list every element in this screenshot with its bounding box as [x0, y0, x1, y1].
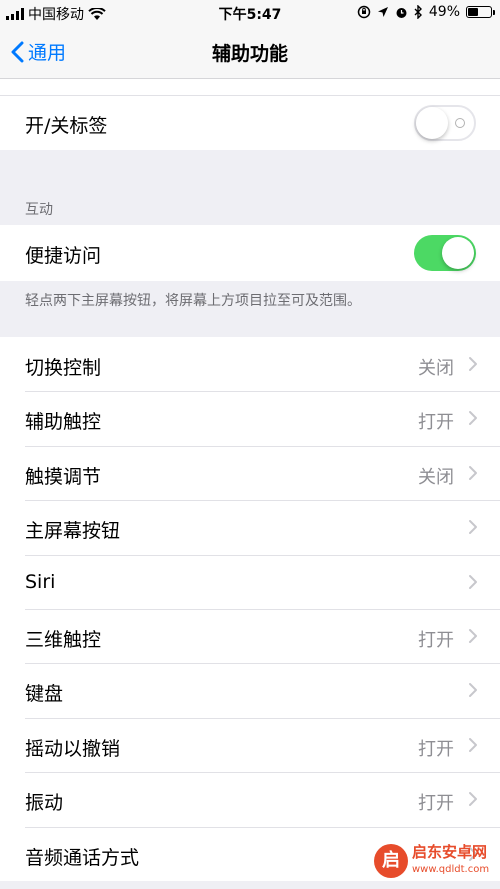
reachability-toggle[interactable] — [414, 235, 476, 271]
battery-percent: 49% — [428, 4, 460, 20]
divider — [25, 772, 500, 774]
row-value: 打开 — [418, 738, 454, 760]
watermark: 启 启东安卓网 www.qdldt.com — [374, 839, 492, 883]
row-label: 触摸调节 — [25, 465, 102, 488]
orientation-lock-icon — [357, 5, 371, 19]
watermark-url: www.qdldt.com — [412, 864, 490, 875]
row-label: 摇动以撤销 — [25, 737, 121, 760]
status-right: 49% — [357, 4, 495, 20]
toggle-off-ring-icon — [455, 118, 465, 128]
row-label: Siri — [25, 570, 56, 593]
row-label: 辅助触控 — [25, 411, 102, 434]
chevron-right-icon — [469, 574, 477, 589]
row-label: 便捷访问 — [25, 245, 102, 267]
row-onoff-labels: 开/关标签 — [0, 95, 500, 150]
section-header-interaction: 互动 — [25, 202, 53, 218]
row-value: 关闭 — [418, 466, 454, 488]
toggle-knob — [416, 107, 448, 139]
row-label: 三维触控 — [25, 629, 102, 651]
row-reachability: 便捷访问 — [0, 225, 500, 281]
row-value: 打开 — [418, 793, 454, 815]
battery-icon — [466, 6, 495, 18]
settings-row[interactable]: 振动 打开 — [0, 772, 500, 827]
settings-row[interactable]: 摇动以撤销 打开 — [0, 717, 500, 773]
row-label: 开/关标签 — [25, 115, 108, 137]
row-label: 音频通话方式 — [25, 846, 140, 869]
divider — [25, 554, 500, 556]
settings-row[interactable]: 主屏幕按钮 — [0, 500, 500, 555]
divider — [25, 717, 500, 719]
settings-row[interactable]: 键盘 — [0, 663, 500, 718]
page-title: 辅助功能 — [211, 43, 288, 65]
divider — [25, 445, 500, 447]
reachability-note: 轻点两下主屏幕按钮，将屏幕上方项目拉至可及范围。 — [25, 293, 361, 309]
chevron-right-icon — [469, 629, 477, 643]
row-value: 关闭 — [418, 358, 454, 379]
chevron-right-icon — [469, 683, 477, 698]
partial-row — [0, 79, 500, 95]
status-bar: 中国移动 下午5:47 49% — [0, 0, 500, 26]
onoff-labels-toggle[interactable] — [414, 105, 476, 141]
settings-row[interactable]: 辅助触控 打开 — [0, 391, 500, 446]
row-label: 键盘 — [25, 683, 64, 706]
chevron-right-icon — [469, 465, 477, 480]
row-label: 切换控制 — [25, 357, 102, 379]
watermark-logo: 启 — [374, 844, 408, 878]
chevron-right-icon — [469, 411, 477, 426]
divider — [25, 663, 500, 665]
watermark-name: 启东安卓网 — [412, 843, 488, 861]
alarm-icon — [396, 7, 407, 18]
chevron-right-icon — [469, 357, 477, 371]
watermark-text: 启东安卓网 www.qdldt.com — [412, 844, 489, 878]
settings-row[interactable]: 切换控制 关闭 — [0, 337, 500, 392]
settings-row[interactable]: 触摸调节 关闭 — [0, 445, 500, 501]
divider — [25, 500, 500, 502]
row-value: 打开 — [418, 630, 454, 651]
row-value: 打开 — [418, 412, 454, 434]
divider — [25, 609, 500, 610]
divider — [25, 391, 500, 393]
divider — [25, 826, 500, 828]
chevron-right-icon — [469, 792, 477, 807]
location-icon — [377, 7, 388, 17]
row-label: 振动 — [25, 792, 64, 815]
navigation-bar: 通用 辅助功能 — [0, 26, 500, 79]
settings-row[interactable]: Siri — [0, 554, 500, 609]
chevron-right-icon — [469, 520, 477, 535]
chevron-right-icon — [469, 737, 477, 752]
bluetooth-icon — [414, 5, 422, 19]
settings-row[interactable]: 三维触控 打开 — [0, 609, 500, 664]
row-label: 主屏幕按钮 — [25, 520, 121, 543]
toggle-knob — [442, 237, 474, 269]
divider — [0, 95, 500, 96]
